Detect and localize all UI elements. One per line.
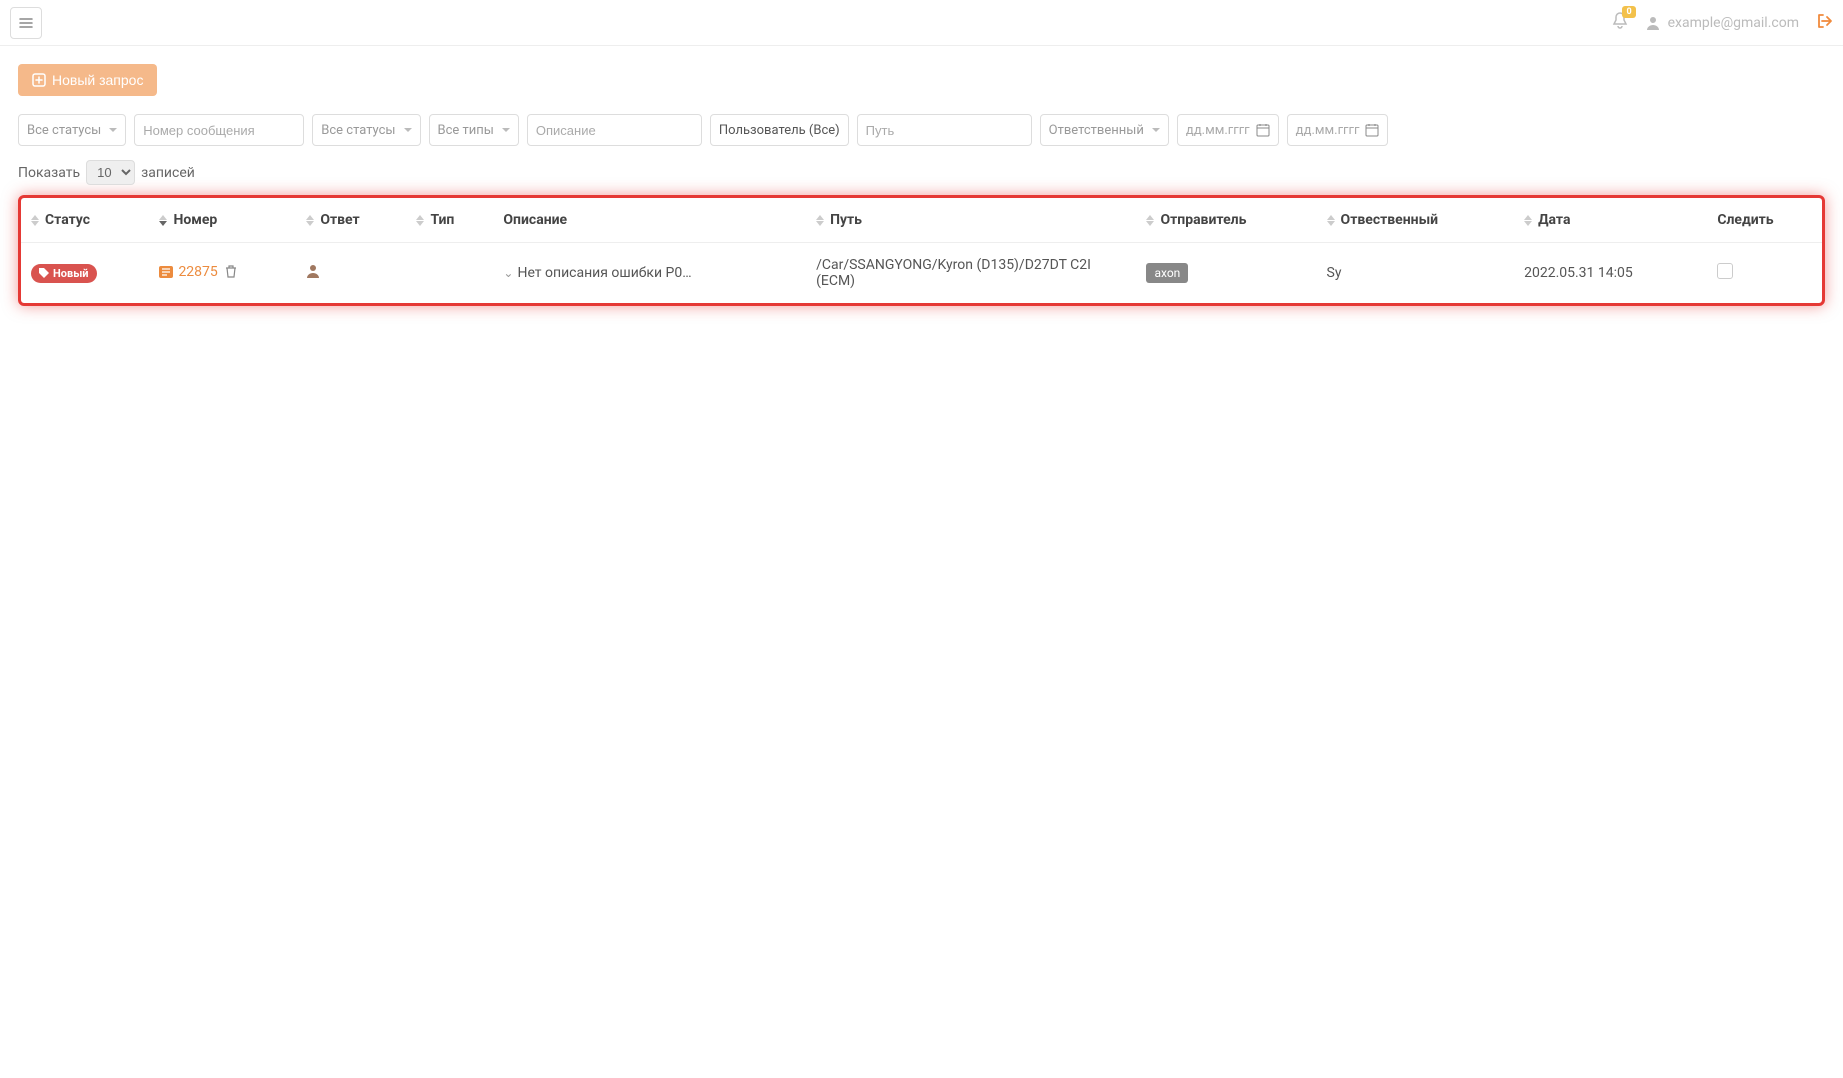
filter-status-1-label: Все статусы — [27, 123, 101, 138]
user-email: example@gmail.com — [1668, 15, 1799, 31]
menu-toggle-button[interactable] — [10, 7, 42, 39]
col-follow: Следить — [1707, 198, 1822, 243]
sort-icon — [31, 215, 39, 226]
filter-date-from-placeholder: дд.мм.гггг — [1186, 123, 1250, 138]
topbar: 0 example@gmail.com — [0, 0, 1843, 46]
status-badge: Новый — [31, 264, 97, 283]
pagesize-row: Показать 10 записей — [18, 160, 1825, 185]
new-request-button[interactable]: Новый запрос — [18, 64, 157, 96]
logout-button[interactable] — [1817, 13, 1833, 33]
cell-type — [406, 243, 493, 304]
tag-icon — [39, 268, 49, 278]
pagesize-entries-label: записей — [141, 165, 195, 181]
filter-message-number-input[interactable] — [134, 114, 304, 146]
col-date[interactable]: Дата — [1514, 198, 1707, 243]
col-status[interactable]: Статус — [21, 198, 149, 243]
request-number-link[interactable]: 22875 — [159, 264, 217, 280]
trash-icon[interactable] — [225, 266, 237, 282]
calendar-icon — [1256, 123, 1270, 137]
requests-table-highlighted: Статус Номер Ответ Тип Описание Путь Отп… — [18, 195, 1825, 306]
new-request-label: Новый запрос — [52, 72, 143, 88]
col-path[interactable]: Путь — [806, 198, 1136, 243]
filter-date-to-placeholder: дд.мм.гггг — [1296, 123, 1360, 138]
follow-checkbox[interactable] — [1717, 263, 1733, 279]
filter-date-from[interactable]: дд.мм.гггг — [1177, 114, 1279, 146]
plus-square-icon — [32, 73, 46, 87]
cell-answer — [296, 243, 406, 304]
list-icon — [159, 266, 173, 278]
person-icon — [306, 264, 320, 278]
col-responsible[interactable]: Отвественный — [1317, 198, 1515, 243]
caret-down-icon — [404, 128, 412, 132]
filter-user-all-label: Пользователь (Все) — [719, 123, 840, 138]
sort-icon — [816, 215, 824, 226]
pagesize-select[interactable]: 10 — [86, 160, 135, 185]
col-answer[interactable]: Ответ — [296, 198, 406, 243]
caret-down-icon — [109, 128, 117, 132]
sort-icon — [416, 215, 424, 226]
cell-number: 22875 — [149, 243, 296, 304]
filter-responsible-label: Ответственный — [1049, 123, 1144, 138]
caret-down-icon — [1152, 128, 1160, 132]
notifications-count: 0 — [1622, 6, 1635, 18]
filter-responsible[interactable]: Ответственный — [1040, 114, 1169, 146]
col-sender[interactable]: Отправитель — [1136, 198, 1316, 243]
col-type[interactable]: Тип — [406, 198, 493, 243]
filter-row: Все статусы Все статусы Все типы Пользов… — [18, 114, 1825, 146]
sort-icon — [1146, 215, 1154, 226]
calendar-icon — [1365, 123, 1379, 137]
cell-status: Новый — [21, 243, 149, 304]
chevron-down-icon[interactable]: ⌄ — [503, 266, 513, 280]
filter-description-input[interactable] — [527, 114, 702, 146]
filter-path-input[interactable] — [857, 114, 1032, 146]
filter-date-to[interactable]: дд.мм.гггг — [1287, 114, 1389, 146]
cell-responsible: Sy — [1317, 243, 1515, 304]
requests-table: Статус Номер Ответ Тип Описание Путь Отп… — [21, 198, 1822, 303]
user-menu[interactable]: example@gmail.com — [1646, 15, 1799, 31]
sender-badge: axon — [1146, 263, 1188, 283]
cell-date: 2022.05.31 14:05 — [1514, 243, 1707, 304]
sort-icon — [1524, 215, 1532, 226]
filter-status-2[interactable]: Все статусы — [312, 114, 420, 146]
sort-icon — [306, 215, 314, 226]
caret-down-icon — [502, 128, 510, 132]
cell-sender: axon — [1136, 243, 1316, 304]
logout-icon — [1817, 13, 1833, 29]
sort-icon — [159, 215, 167, 226]
filter-types[interactable]: Все типы — [429, 114, 519, 146]
cell-path: /Car/SSANGYONG/Kyron (D135)/D27DT C2I (E… — [806, 243, 1136, 304]
cell-description: ⌄Нет описания ошибки P0… — [493, 243, 806, 304]
notifications-button[interactable]: 0 — [1612, 12, 1628, 34]
page-body: Новый запрос Все статусы Все статусы Все… — [0, 46, 1843, 324]
topbar-right: 0 example@gmail.com — [1612, 12, 1833, 34]
user-icon — [1646, 16, 1660, 30]
filter-status-2-label: Все статусы — [321, 123, 395, 138]
pagesize-show-label: Показать — [18, 165, 80, 181]
filter-status-1[interactable]: Все статусы — [18, 114, 126, 146]
cell-follow — [1707, 243, 1822, 304]
col-description: Описание — [493, 198, 806, 243]
col-number[interactable]: Номер — [149, 198, 296, 243]
bars-icon — [19, 16, 33, 30]
sort-icon — [1327, 215, 1335, 226]
filter-types-label: Все типы — [438, 123, 494, 138]
table-row: Новый 22875 — [21, 243, 1822, 304]
filter-user-all[interactable]: Пользователь (Все) — [710, 114, 849, 146]
